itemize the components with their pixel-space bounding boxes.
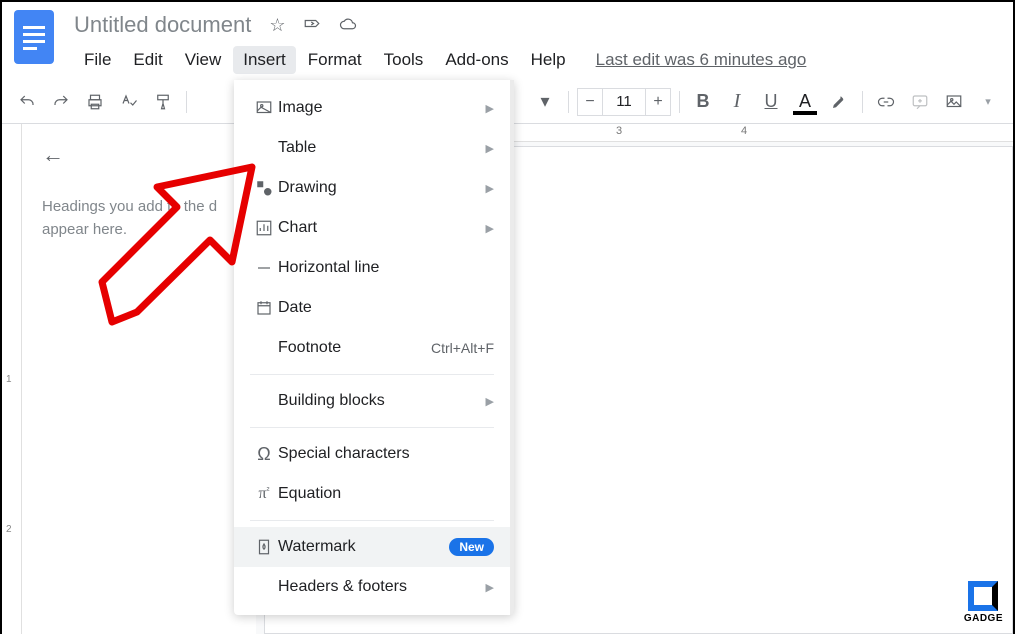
font-size-value[interactable]: 11 — [603, 88, 645, 116]
menu-insert[interactable]: Insert — [233, 46, 296, 74]
menu-item-watermark[interactable]: Watermark New — [234, 527, 510, 567]
paint-format-button[interactable] — [148, 87, 178, 117]
separator — [679, 91, 680, 113]
vertical-ruler: 1 2 — [2, 124, 22, 634]
outline-hint-line: appear here. — [42, 221, 127, 238]
menu-item-headers-footers[interactable]: Headers & footers ▶ — [234, 567, 510, 607]
menu-file[interactable]: File — [74, 46, 121, 74]
menu-item-label: Chart — [278, 219, 486, 237]
move-icon[interactable] — [303, 16, 321, 34]
menu-help[interactable]: Help — [521, 46, 576, 74]
outline-hint: Headings you add to the d appear here. — [42, 196, 236, 241]
menu-item-drawing[interactable]: Drawing ▶ — [234, 168, 510, 208]
shortcut-label: Ctrl+Alt+F — [431, 340, 494, 356]
submenu-arrow-icon: ▶ — [486, 102, 494, 115]
menu-format[interactable]: Format — [298, 46, 372, 74]
brand-text: GADGE — [964, 613, 1003, 624]
pi-icon: π² — [250, 485, 278, 503]
separator — [862, 91, 863, 113]
menu-tools[interactable]: Tools — [374, 46, 434, 74]
submenu-arrow-icon: ▶ — [486, 395, 494, 408]
menu-item-label: Watermark — [278, 538, 449, 556]
star-icon[interactable]: ☆ — [269, 15, 285, 36]
submenu-arrow-icon: ▶ — [486, 182, 494, 195]
add-comment-button[interactable] — [905, 87, 935, 117]
insert-link-button[interactable] — [871, 87, 901, 117]
insert-image-button[interactable] — [939, 87, 969, 117]
menu-item-label: Headers & footers — [278, 578, 486, 596]
drawing-icon — [250, 179, 278, 197]
submenu-arrow-icon: ▶ — [486, 142, 494, 155]
omega-icon: Ω — [250, 444, 278, 465]
menu-view[interactable]: View — [175, 46, 232, 74]
menu-item-label: Date — [278, 299, 494, 317]
menu-item-table[interactable]: Table ▶ — [234, 128, 510, 168]
submenu-arrow-icon: ▶ — [486, 222, 494, 235]
separator — [568, 91, 569, 113]
menu-item-label: Table — [278, 139, 486, 157]
watermark-icon — [250, 538, 278, 556]
menu-item-equation[interactable]: π² Equation — [234, 474, 510, 514]
last-edit-link[interactable]: Last edit was 6 minutes ago — [596, 50, 807, 70]
text-color-button[interactable]: A — [790, 87, 820, 117]
menu-item-footnote[interactable]: Footnote Ctrl+Alt+F — [234, 328, 510, 368]
menu-item-special-characters[interactable]: Ω Special characters — [234, 434, 510, 474]
horizontal-line-icon — [250, 259, 278, 277]
document-title[interactable]: Untitled document — [74, 12, 251, 38]
undo-button[interactable] — [12, 87, 42, 117]
menu-item-image[interactable]: Image ▶ — [234, 88, 510, 128]
submenu-arrow-icon: ▶ — [486, 581, 494, 594]
menu-item-building-blocks[interactable]: Building blocks ▶ — [234, 381, 510, 421]
highlight-button[interactable] — [824, 87, 854, 117]
menu-separator — [250, 427, 494, 428]
menu-item-horizontal-line[interactable]: Horizontal line — [234, 248, 510, 288]
font-size-decrease[interactable]: − — [577, 88, 603, 116]
insert-menu-dropdown: Image ▶ Table ▶ Drawing ▶ Chart ▶ Horizo… — [234, 80, 514, 615]
ruler-tick: 3 — [616, 125, 622, 137]
docs-logo[interactable] — [14, 10, 54, 64]
cloud-status-icon[interactable] — [339, 16, 357, 34]
calendar-icon — [250, 299, 278, 317]
spellcheck-button[interactable] — [114, 87, 144, 117]
bold-button[interactable]: B — [688, 87, 718, 117]
menu-item-label: Drawing — [278, 179, 486, 197]
menu-item-label: Special characters — [278, 445, 494, 463]
chart-icon — [250, 219, 278, 237]
ruler-tick: 2 — [6, 524, 12, 535]
menu-edit[interactable]: Edit — [123, 46, 172, 74]
outline-panel: ← Headings you add to the d appear here. — [22, 124, 256, 634]
separator — [186, 91, 187, 113]
menubar: File Edit View Insert Format Tools Add-o… — [74, 46, 1001, 74]
font-size-increase[interactable]: + — [645, 88, 671, 116]
image-icon — [250, 99, 278, 117]
menu-item-label: Equation — [278, 485, 494, 503]
font-dropdown-caret[interactable]: ▾ — [530, 87, 560, 117]
menu-addons[interactable]: Add-ons — [435, 46, 518, 74]
new-badge: New — [449, 538, 494, 556]
menu-item-label: Image — [278, 99, 486, 117]
ruler-tick: 4 — [741, 125, 747, 137]
menu-item-chart[interactable]: Chart ▶ — [234, 208, 510, 248]
watermark-logo: GADGE — [964, 581, 1003, 624]
menu-item-label: Footnote — [278, 339, 431, 357]
ruler-tick: 1 — [6, 374, 12, 385]
more-dropdown-caret[interactable]: ▾ — [973, 87, 1003, 117]
redo-button[interactable] — [46, 87, 76, 117]
menu-item-label: Horizontal line — [278, 259, 494, 277]
print-button[interactable] — [80, 87, 110, 117]
menu-item-date[interactable]: Date — [234, 288, 510, 328]
outline-collapse-icon[interactable]: ← — [42, 142, 236, 168]
menu-separator — [250, 520, 494, 521]
menu-item-label: Building blocks — [278, 392, 486, 410]
italic-button[interactable]: I — [722, 87, 752, 117]
underline-button[interactable]: U — [756, 87, 786, 117]
outline-hint-line: Headings you add to the d — [42, 198, 217, 215]
menu-separator — [250, 374, 494, 375]
font-size-control: − 11 + — [577, 88, 671, 116]
